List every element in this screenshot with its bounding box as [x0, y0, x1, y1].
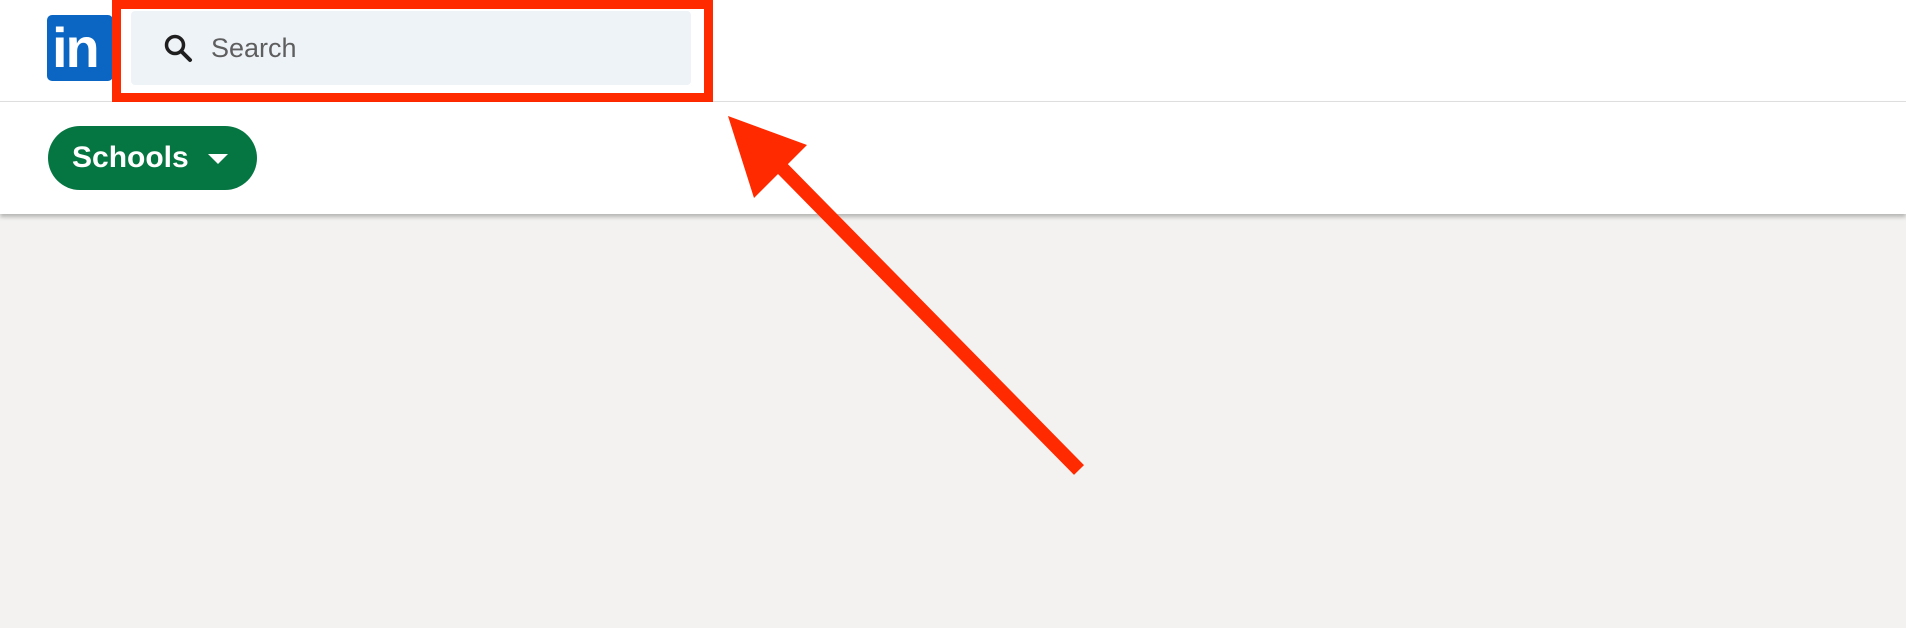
search-placeholder: Search [211, 33, 297, 63]
filter-bar: Schools [0, 102, 1906, 214]
search-icon [164, 34, 192, 62]
linkedin-logo[interactable]: in [47, 15, 113, 81]
search-input[interactable]: Search [131, 11, 691, 85]
schools-filter-label: Schools [72, 141, 189, 174]
top-navigation-bar: in Search [0, 0, 1906, 102]
caret-down-icon [208, 154, 228, 164]
schools-filter-button[interactable]: Schools [48, 126, 257, 190]
